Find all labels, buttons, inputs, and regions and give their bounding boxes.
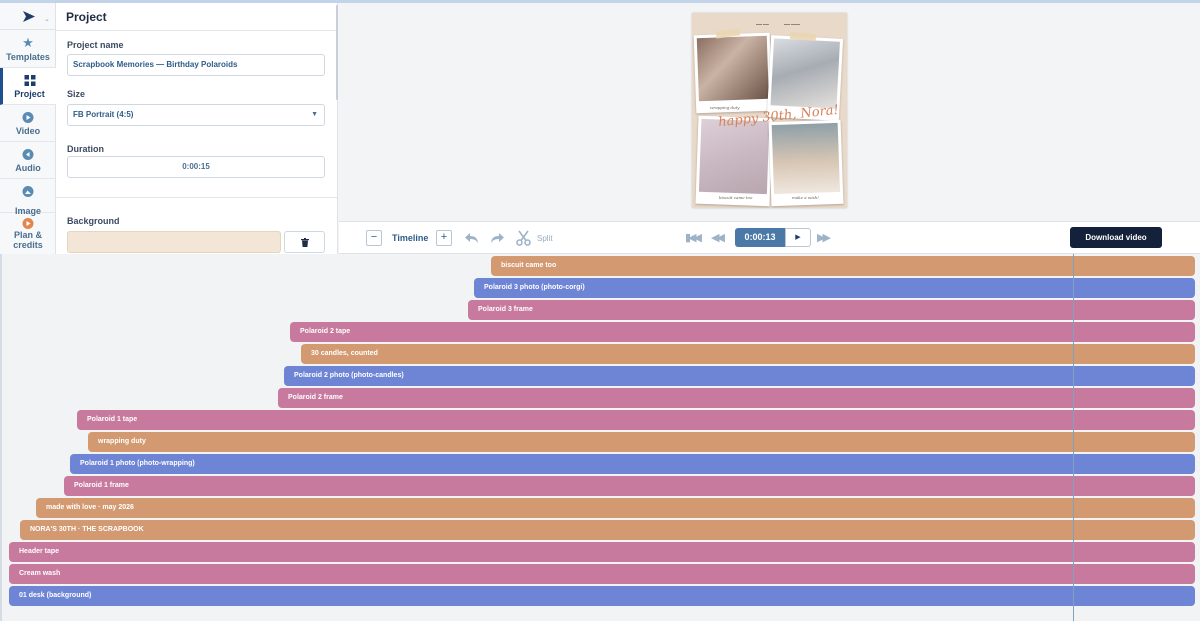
split-button[interactable]: Split bbox=[537, 234, 553, 243]
project-name-input[interactable]: Scrapbook Memories — Birthday Polaroids bbox=[67, 54, 325, 76]
header-decor: ▬▬ ▬▬ bbox=[756, 22, 769, 26]
caption-wish: make a wish! bbox=[792, 195, 819, 200]
current-time-display[interactable]: 0:00:13 bbox=[735, 228, 785, 247]
duration-label: Duration bbox=[67, 144, 104, 154]
undo-icon[interactable] bbox=[464, 230, 480, 246]
timeline-clip[interactable]: Polaroid 1 frame bbox=[64, 476, 1195, 496]
preview-area: ▬▬ ▬▬ ▬▬ ▬▬▬ wrapping duty happy 30th, N… bbox=[339, 3, 1200, 221]
video-canvas[interactable]: ▬▬ ▬▬ ▬▬ ▬▬▬ wrapping duty happy 30th, N… bbox=[692, 13, 847, 208]
timeline-toolbar: − Timeline + Split ▮◀◀ ◀◀ 0:00:13 ▶ ▶▶ D… bbox=[339, 221, 1200, 254]
duration-input[interactable]: 0:00:15 bbox=[67, 156, 325, 178]
timeline-clip[interactable]: NORA'S 30TH · THE SCRAPBOOK bbox=[20, 520, 1195, 540]
panel-scrollbar[interactable] bbox=[336, 5, 338, 100]
size-select[interactable]: FB Portrait (4:5) ▼ bbox=[67, 104, 325, 126]
star-icon: ★ bbox=[22, 35, 34, 50]
timeline-clip[interactable]: 30 candles, counted bbox=[301, 344, 1195, 364]
size-select-value: FB Portrait (4:5) bbox=[73, 110, 134, 119]
trash-icon bbox=[300, 238, 309, 248]
timeline-clip[interactable]: 01 desk (background) bbox=[9, 586, 1195, 606]
polaroid-2-photo bbox=[770, 38, 840, 109]
polaroid-3-frame bbox=[695, 115, 773, 207]
timeline-clip[interactable]: biscuit came too bbox=[491, 256, 1195, 276]
polaroid-1-frame bbox=[693, 32, 773, 114]
image-icon bbox=[22, 184, 34, 202]
timeline-clip[interactable]: Polaroid 1 photo (photo-wrapping) bbox=[70, 454, 1195, 474]
timeline-start-marker bbox=[0, 254, 2, 621]
sidebar-item-plan-credits[interactable]: Plan & credits bbox=[0, 213, 56, 254]
download-video-button[interactable]: Download video bbox=[1070, 227, 1162, 248]
sidebar-item-label: Video bbox=[15, 126, 41, 136]
scissors-icon[interactable] bbox=[516, 230, 531, 246]
timeline-clip[interactable]: made with love · may 2026 bbox=[36, 498, 1195, 518]
rewind-icon[interactable]: ◀◀ bbox=[711, 231, 725, 244]
divider bbox=[56, 197, 337, 198]
project-panel: Project Project name Scrapbook Memories … bbox=[56, 3, 338, 254]
timeline-clip[interactable]: wrapping duty bbox=[88, 432, 1195, 452]
polaroid-4-photo bbox=[771, 122, 841, 195]
play-button[interactable]: ▶ bbox=[785, 228, 811, 247]
zoom-in-button[interactable]: + bbox=[436, 230, 452, 246]
polaroid-1-photo bbox=[696, 35, 769, 102]
sidebar-item-label: Templates bbox=[6, 52, 50, 62]
caption-wrapping: wrapping duty bbox=[710, 105, 740, 110]
panel-title: Project bbox=[66, 10, 107, 24]
delete-background-button[interactable] bbox=[284, 231, 325, 253]
project-name-label: Project name bbox=[67, 40, 124, 50]
timeline-clip[interactable]: Polaroid 3 frame bbox=[468, 300, 1195, 320]
background-label: Background bbox=[67, 216, 120, 226]
play-icon: ▶ bbox=[795, 234, 801, 241]
sidebar-item-label: Audio bbox=[15, 163, 41, 173]
sidebar-item-templates[interactable]: ★ Templates bbox=[0, 31, 56, 68]
playhead[interactable] bbox=[1073, 254, 1074, 621]
skip-to-start-icon[interactable]: ▮◀◀ bbox=[685, 231, 702, 244]
timeline-clip[interactable]: Cream wash bbox=[9, 564, 1195, 584]
timeline-clip[interactable]: Polaroid 2 frame bbox=[278, 388, 1195, 408]
sidebar-item-video[interactable]: Video bbox=[0, 105, 56, 142]
background-color-swatch[interactable] bbox=[67, 231, 281, 253]
timeline-clip[interactable]: Header tape bbox=[9, 542, 1195, 562]
timeline-tracks: biscuit came too Polaroid 3 photo (photo… bbox=[0, 254, 1200, 621]
dropdown-arrow-icon: ▼ bbox=[311, 111, 318, 118]
timeline-clip[interactable]: Polaroid 2 tape bbox=[290, 322, 1195, 342]
polaroid-3-photo bbox=[698, 118, 770, 195]
sidebar-item-audio[interactable]: Audio bbox=[0, 142, 56, 179]
play-arrow-logo-icon bbox=[23, 11, 35, 22]
fast-forward-icon[interactable]: ▶▶ bbox=[817, 231, 831, 244]
sidebar-item-project[interactable]: Project bbox=[0, 68, 56, 105]
app-logo[interactable]: ⌄ bbox=[0, 3, 56, 30]
divider bbox=[56, 30, 337, 31]
chevron-down-icon[interactable]: ⌄ bbox=[44, 15, 50, 23]
header-decor: ▬▬ ▬▬▬ bbox=[784, 22, 800, 26]
caption-biscuit: biscuit came too bbox=[719, 195, 753, 200]
timeline-clip[interactable]: Polaroid 2 photo (photo-candles) bbox=[284, 366, 1195, 386]
timeline-label: Timeline bbox=[392, 233, 429, 243]
sidebar-item-label: Plan & credits bbox=[13, 230, 43, 250]
timeline-clip[interactable]: Polaroid 3 photo (photo-corgi) bbox=[474, 278, 1195, 298]
sidebar-item-label: Project bbox=[14, 89, 45, 99]
zoom-out-button[interactable]: − bbox=[366, 230, 382, 246]
redo-icon[interactable] bbox=[489, 230, 505, 246]
sidebar-nav: ⌄ ★ Templates Project Video Audio Image … bbox=[0, 3, 56, 254]
timeline-clip[interactable]: Polaroid 1 tape bbox=[77, 410, 1195, 430]
polaroid-4-frame bbox=[768, 119, 844, 207]
size-label: Size bbox=[67, 89, 86, 99]
sidebar-item-image[interactable]: Image bbox=[0, 179, 56, 216]
